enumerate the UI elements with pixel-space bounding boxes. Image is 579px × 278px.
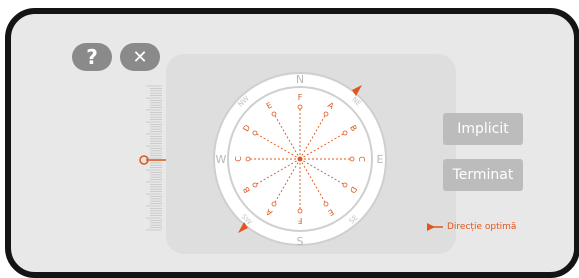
done-button[interactable]: Terminat <box>443 159 523 191</box>
direction-endpoint <box>271 111 277 117</box>
direction-letter: F <box>297 216 302 225</box>
compass-dial[interactable]: N S E W NE NW SE SW FABCDEFABCDE <box>211 70 389 248</box>
legend-label: Direcție optimă <box>447 222 517 232</box>
south-label: S <box>297 235 304 248</box>
help-icon: ? <box>86 45 98 69</box>
direction-letter: F <box>298 93 303 102</box>
help-button[interactable]: ? <box>72 43 112 71</box>
direction-endpoint <box>323 201 329 207</box>
default-button[interactable]: Implicit <box>443 113 523 145</box>
north-label: N <box>296 73 304 86</box>
west-label: W <box>216 153 227 166</box>
direction-letter: C <box>234 156 243 162</box>
ruler-ticks <box>146 85 162 231</box>
optimal-direction-icon <box>427 223 443 231</box>
compass-center <box>297 156 303 162</box>
direction-endpoint <box>342 182 348 188</box>
direction-letter: C <box>357 156 366 162</box>
direction-endpoint <box>323 111 329 117</box>
direction-endpoint <box>297 104 303 110</box>
legend: Direcție optimă <box>427 222 516 232</box>
direction-endpoint <box>271 201 277 207</box>
close-icon: ✕ <box>132 46 148 68</box>
direction-endpoint <box>297 208 303 214</box>
direction-endpoint <box>342 130 348 136</box>
direction-endpoint <box>245 156 251 162</box>
close-button[interactable]: ✕ <box>120 43 160 71</box>
direction-endpoint <box>252 182 258 188</box>
direction-endpoint <box>252 130 258 136</box>
tilt-ruler[interactable] <box>138 78 178 238</box>
direction-endpoint <box>349 156 355 162</box>
east-label: E <box>377 153 384 166</box>
